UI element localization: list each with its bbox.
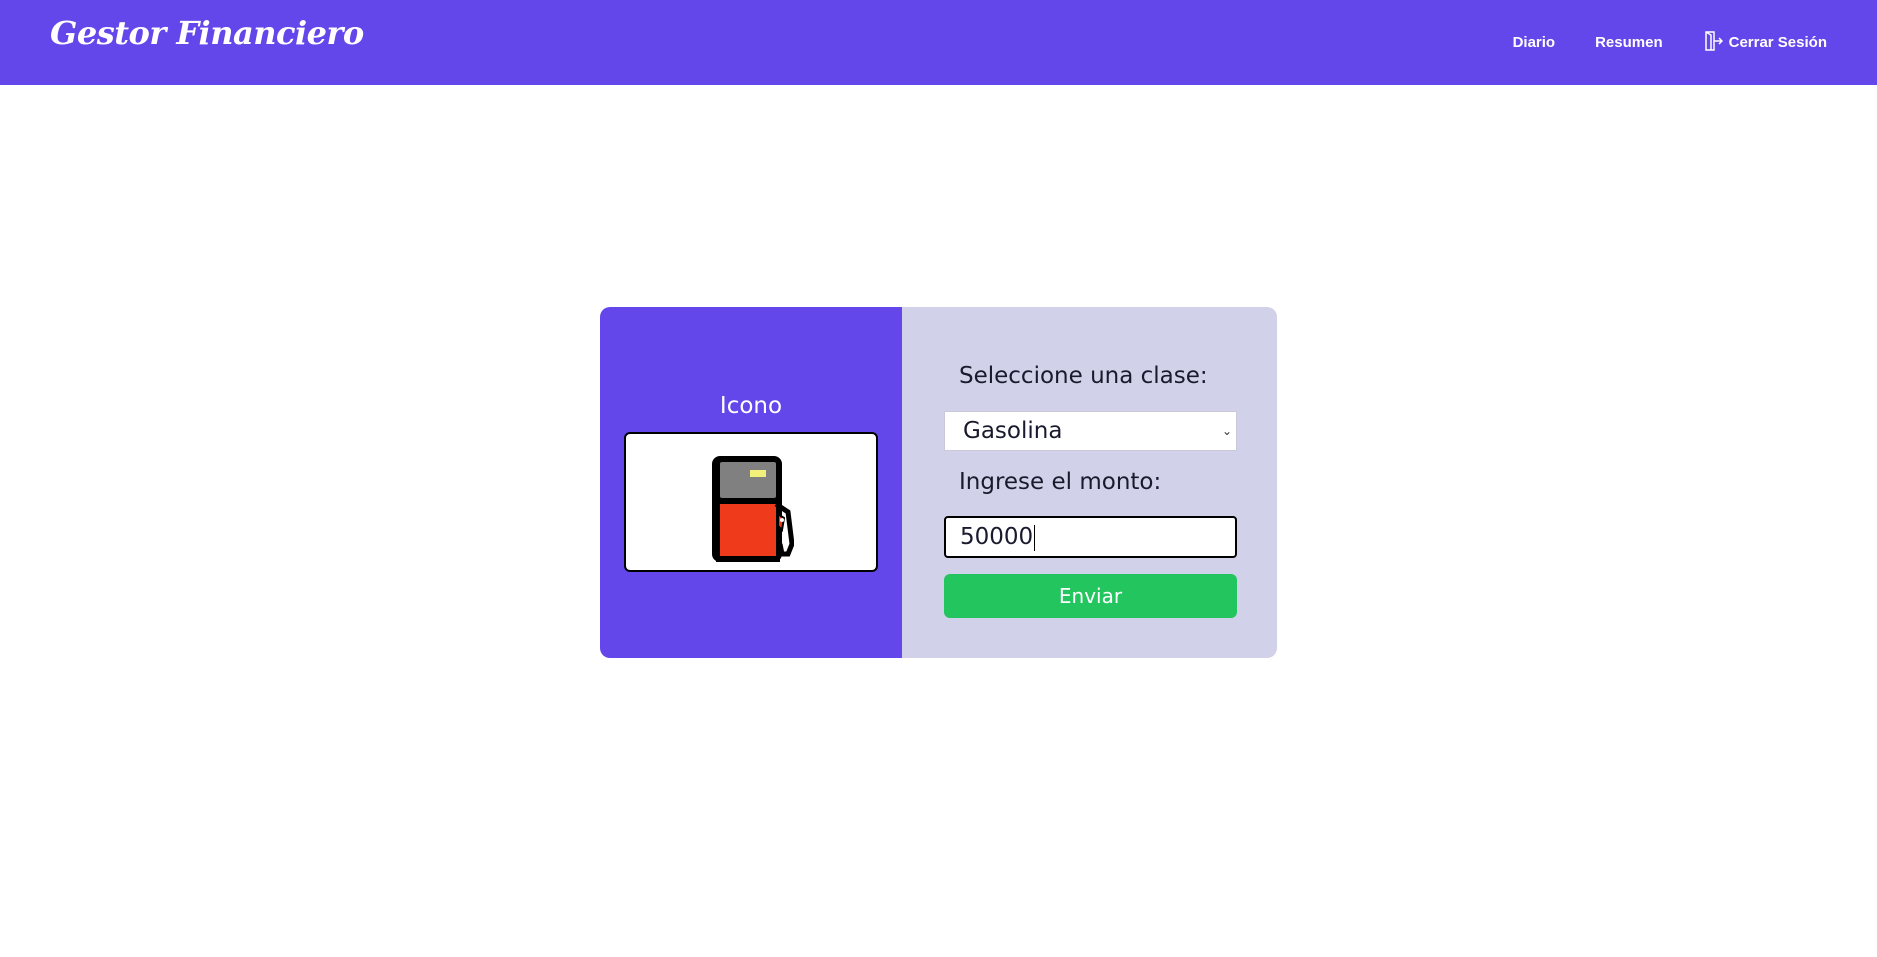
icon-panel-title: Icono bbox=[719, 393, 783, 419]
text-caret bbox=[1034, 524, 1036, 551]
class-label: Seleccione una clase: bbox=[959, 363, 1208, 389]
submit-button-label: Enviar bbox=[1058, 584, 1123, 608]
amount-input[interactable]: 50000 bbox=[944, 516, 1237, 558]
amount-label: Ingrese el monto: bbox=[959, 469, 1162, 495]
brand-logo[interactable]: Gestor Financiero bbox=[50, 14, 364, 52]
top-navbar: Gestor Financiero Diario Resumen Cerrar … bbox=[0, 0, 1877, 85]
expense-form-card: Icono Seleccione una clase: Gasolina ⌄ I… bbox=[600, 307, 1277, 658]
chevron-down-icon: ⌄ bbox=[1221, 424, 1232, 438]
logout-icon bbox=[1703, 30, 1723, 55]
nav-link-resumen[interactable]: Resumen bbox=[1595, 34, 1663, 51]
icon-preview-box bbox=[624, 432, 878, 572]
gas-pump-icon bbox=[712, 456, 794, 562]
logout-button[interactable]: Cerrar Sesión bbox=[1703, 30, 1827, 55]
amount-input-value: 50000 bbox=[960, 524, 1034, 550]
form-panel: Seleccione una clase: Gasolina ⌄ Ingrese… bbox=[902, 307, 1277, 658]
icon-panel: Icono bbox=[600, 307, 902, 658]
nav-link-resumen-label: Resumen bbox=[1595, 34, 1663, 51]
submit-button[interactable]: Enviar bbox=[944, 574, 1237, 618]
nav-menu: Diario Resumen Cerrar Sesión bbox=[1513, 0, 1827, 85]
logout-label: Cerrar Sesión bbox=[1728, 34, 1827, 51]
class-select-value: Gasolina bbox=[963, 418, 1063, 444]
class-select[interactable]: Gasolina ⌄ bbox=[944, 411, 1237, 451]
nav-link-diario-label: Diario bbox=[1512, 34, 1556, 51]
nav-link-diario[interactable]: Diario bbox=[1513, 34, 1556, 51]
